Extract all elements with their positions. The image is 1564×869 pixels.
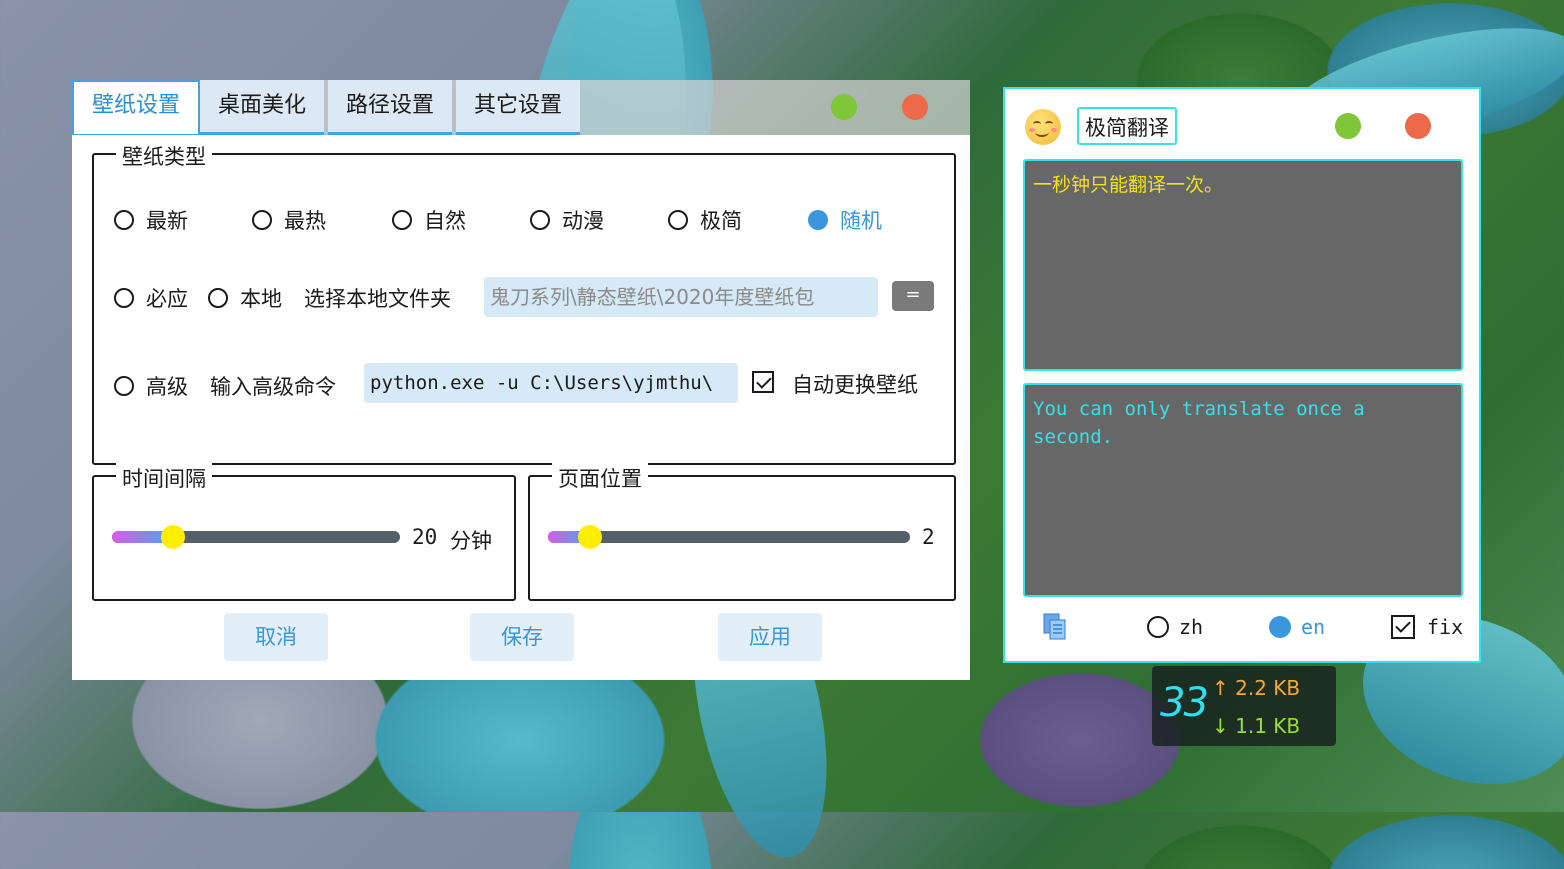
lang-label-en: en <box>1301 615 1326 639</box>
network-counter: 33 <box>1160 680 1209 726</box>
upload-speed: ↑ 2.2 KB <box>1212 676 1300 700</box>
network-speed-widget: 33 ↑ 2.2 KB ↓ 1.1 KB <box>1152 666 1336 746</box>
fix-label: fix <box>1427 615 1463 639</box>
radio-circle <box>392 210 412 230</box>
source-text-box[interactable]: 一秒钟只能翻译一次。 <box>1023 159 1463 371</box>
tab-desktop-beautify[interactable]: 桌面美化 <box>200 80 324 135</box>
radio-hottest[interactable]: 最热 <box>252 205 326 235</box>
translated-text: You can only translate once a second. <box>1033 398 1365 448</box>
page-position-value: 2 <box>922 525 935 549</box>
page-position-title: 页面位置 <box>552 463 648 493</box>
radio-circle <box>1269 616 1291 638</box>
radio-advanced[interactable]: 高级 <box>114 371 188 401</box>
tab-wallpaper-settings[interactable]: 壁纸设置 <box>72 80 200 137</box>
upload-arrow-icon: ↑ <box>1212 676 1229 700</box>
download-arrow-icon: ↓ <box>1212 714 1229 738</box>
local-folder-label: 选择本地文件夹 <box>304 287 451 311</box>
radio-circle <box>808 210 828 230</box>
radio-circle <box>1147 616 1169 638</box>
auto-change-checkbox[interactable] <box>752 371 774 393</box>
download-speed: ↓ 1.1 KB <box>1212 714 1300 738</box>
radio-latest[interactable]: 最新 <box>114 205 188 235</box>
radio-label: 高级 <box>146 375 188 399</box>
wallpaper-type-title: 壁纸类型 <box>116 141 212 171</box>
radio-circle <box>114 376 134 396</box>
source-text: 一秒钟只能翻译一次。 <box>1033 174 1224 196</box>
radio-circle <box>252 210 272 230</box>
radio-random[interactable]: 随机 <box>808 205 882 235</box>
translated-text-box[interactable]: You can only translate once a second. <box>1023 383 1463 597</box>
page-position-group: 页面位置 2 <box>528 463 956 601</box>
translator-window: 极简翻译 一秒钟只能翻译一次。 You can only translate o… <box>1003 87 1481 663</box>
copy-icon[interactable] <box>1043 613 1067 641</box>
browse-folder-button[interactable]: = <box>892 281 934 311</box>
upload-value: 2.2 KB <box>1235 676 1301 700</box>
interval-group: 时间间隔 20 分钟 <box>92 463 516 601</box>
radio-label: 极简 <box>700 209 742 233</box>
download-value: 1.1 KB <box>1235 714 1301 738</box>
settings-content: 壁纸类型 最新 最热 自然 动漫 极简 随机 必应 本地 选择本地文件夹 鬼刀系… <box>72 135 970 680</box>
radio-label: 本地 <box>240 287 282 311</box>
interval-unit: 分钟 <box>450 529 492 553</box>
close-button[interactable] <box>902 94 928 120</box>
minimize-button[interactable] <box>831 94 857 120</box>
translator-title: 极简翻译 <box>1077 107 1177 145</box>
lang-label-zh: zh <box>1179 615 1204 639</box>
lang-radio-en[interactable]: en <box>1269 615 1325 639</box>
tab-other-settings[interactable]: 其它设置 <box>456 80 580 135</box>
radio-local[interactable]: 本地 <box>208 283 282 313</box>
radio-label: 动漫 <box>562 209 604 233</box>
fix-label-text: fix <box>1427 615 1464 639</box>
radio-circle <box>208 288 228 308</box>
tab-path-settings[interactable]: 路径设置 <box>328 80 452 135</box>
advanced-command-label: 输入高级命令 <box>210 375 336 399</box>
auto-change-label: 自动更换壁纸 <box>792 373 918 397</box>
save-button[interactable]: 保存 <box>470 613 574 661</box>
smiley-icon <box>1025 109 1061 145</box>
wallpaper-type-group: 壁纸类型 最新 最热 自然 动漫 极简 随机 必应 本地 选择本地文件夹 鬼刀系… <box>92 141 956 465</box>
cancel-button[interactable]: 取消 <box>224 613 328 661</box>
lang-radio-zh[interactable]: zh <box>1147 615 1203 639</box>
apply-button[interactable]: 应用 <box>718 613 822 661</box>
tab-bar: 壁纸设置 桌面美化 路径设置 其它设置 <box>72 80 970 137</box>
radio-label: 必应 <box>146 287 188 311</box>
radio-minimal[interactable]: 极简 <box>668 205 742 235</box>
page-position-slider[interactable] <box>548 531 910 543</box>
advanced-command-input[interactable]: python.exe -u C:\Users\yjmthu\ <box>364 363 738 403</box>
radio-bing[interactable]: 必应 <box>114 283 188 313</box>
radio-label: 最热 <box>284 209 326 233</box>
radio-anime[interactable]: 动漫 <box>530 205 604 235</box>
interval-title: 时间间隔 <box>116 463 212 493</box>
close-button[interactable] <box>1405 113 1431 139</box>
wallpaper-settings-window: 壁纸设置 桌面美化 路径设置 其它设置 壁纸类型 最新 最热 自然 动漫 极简 … <box>72 80 970 680</box>
minimize-button[interactable] <box>1335 113 1361 139</box>
radio-circle <box>114 288 134 308</box>
radio-circle <box>114 210 134 230</box>
radio-circle <box>530 210 550 230</box>
interval-value: 20 <box>412 525 438 549</box>
page-position-slider-thumb[interactable] <box>578 525 602 549</box>
radio-nature[interactable]: 自然 <box>392 205 466 235</box>
radio-circle <box>668 210 688 230</box>
radio-label: 随机 <box>840 209 882 233</box>
interval-slider-thumb[interactable] <box>161 525 185 549</box>
radio-label: 自然 <box>424 209 466 233</box>
local-folder-input[interactable]: 鬼刀系列\静态壁纸\2020年度壁纸包 <box>484 277 878 317</box>
fix-checkbox[interactable] <box>1391 615 1415 639</box>
radio-label: 最新 <box>146 209 188 233</box>
